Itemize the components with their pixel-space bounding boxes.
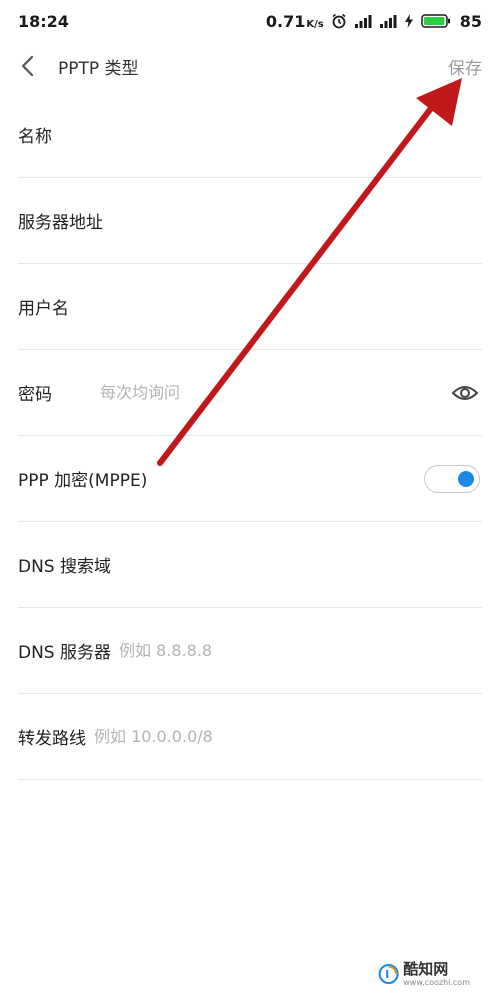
server-label: 服务器地址 [18,213,103,233]
back-button[interactable] [14,51,44,81]
row-password: 密码 [18,350,482,436]
toggle-knob [458,471,474,487]
save-button[interactable]: 保存 [448,54,482,79]
dns-servers-field[interactable] [119,630,482,671]
name-field[interactable] [74,114,482,155]
routes-label: 转发路线 [18,729,86,749]
name-label: 名称 [18,127,52,147]
row-dns-servers: DNS 服务器 [18,608,482,694]
row-username: 用户名 [18,264,482,350]
show-password-button[interactable] [450,380,480,406]
battery-icon [420,14,450,28]
password-field[interactable] [100,372,482,413]
row-dns-search: DNS 搜索域 [18,522,482,608]
server-address-field[interactable] [125,200,482,241]
row-name: 名称 [18,92,482,178]
dns-search-label: DNS 搜索域 [18,557,112,577]
vpn-form: 名称 服务器地址 用户名 密码 PPP 加密(MPPE) DNS 搜索域 DNS… [0,92,500,780]
net-speed-unit: K/s [306,18,324,30]
signal-icon [354,15,372,28]
username-field[interactable] [91,286,482,327]
chevron-left-icon [21,55,34,77]
app-bar: PPTP 类型 保存 [0,42,500,90]
routes-field[interactable] [94,716,482,757]
status-bar: 18:24 0.71K/s 85 [0,0,500,42]
watermark: 酷知网 www.coozhi.com [378,956,470,992]
row-ppp-encryption: PPP 加密(MPPE) [18,436,482,522]
row-server: 服务器地址 [18,178,482,264]
ppp-encryption-label: PPP 加密(MPPE) [18,471,148,491]
dns-search-field[interactable] [133,544,482,585]
net-speed: 0.71K/s [265,11,324,31]
status-time: 18:24 [18,11,69,31]
eye-icon [451,386,479,400]
charging-icon [404,14,413,28]
dns-servers-label: DNS 服务器 [18,643,112,663]
password-label: 密码 [18,385,52,405]
alarm-icon [332,13,346,29]
coozhi-logo-icon [378,963,399,985]
watermark-url: www.coozhi.com [403,977,470,987]
username-label: 用户名 [18,299,69,319]
status-icons: 0.71K/s 85 [266,12,482,31]
signal-4g-icon [379,15,397,28]
page-title: PPTP 类型 [58,59,139,79]
battery-level: 85 [459,11,482,31]
ppp-encryption-toggle[interactable] [424,465,480,493]
row-routes: 转发路线 [18,694,482,780]
watermark-name: 酷知网 [403,959,449,978]
